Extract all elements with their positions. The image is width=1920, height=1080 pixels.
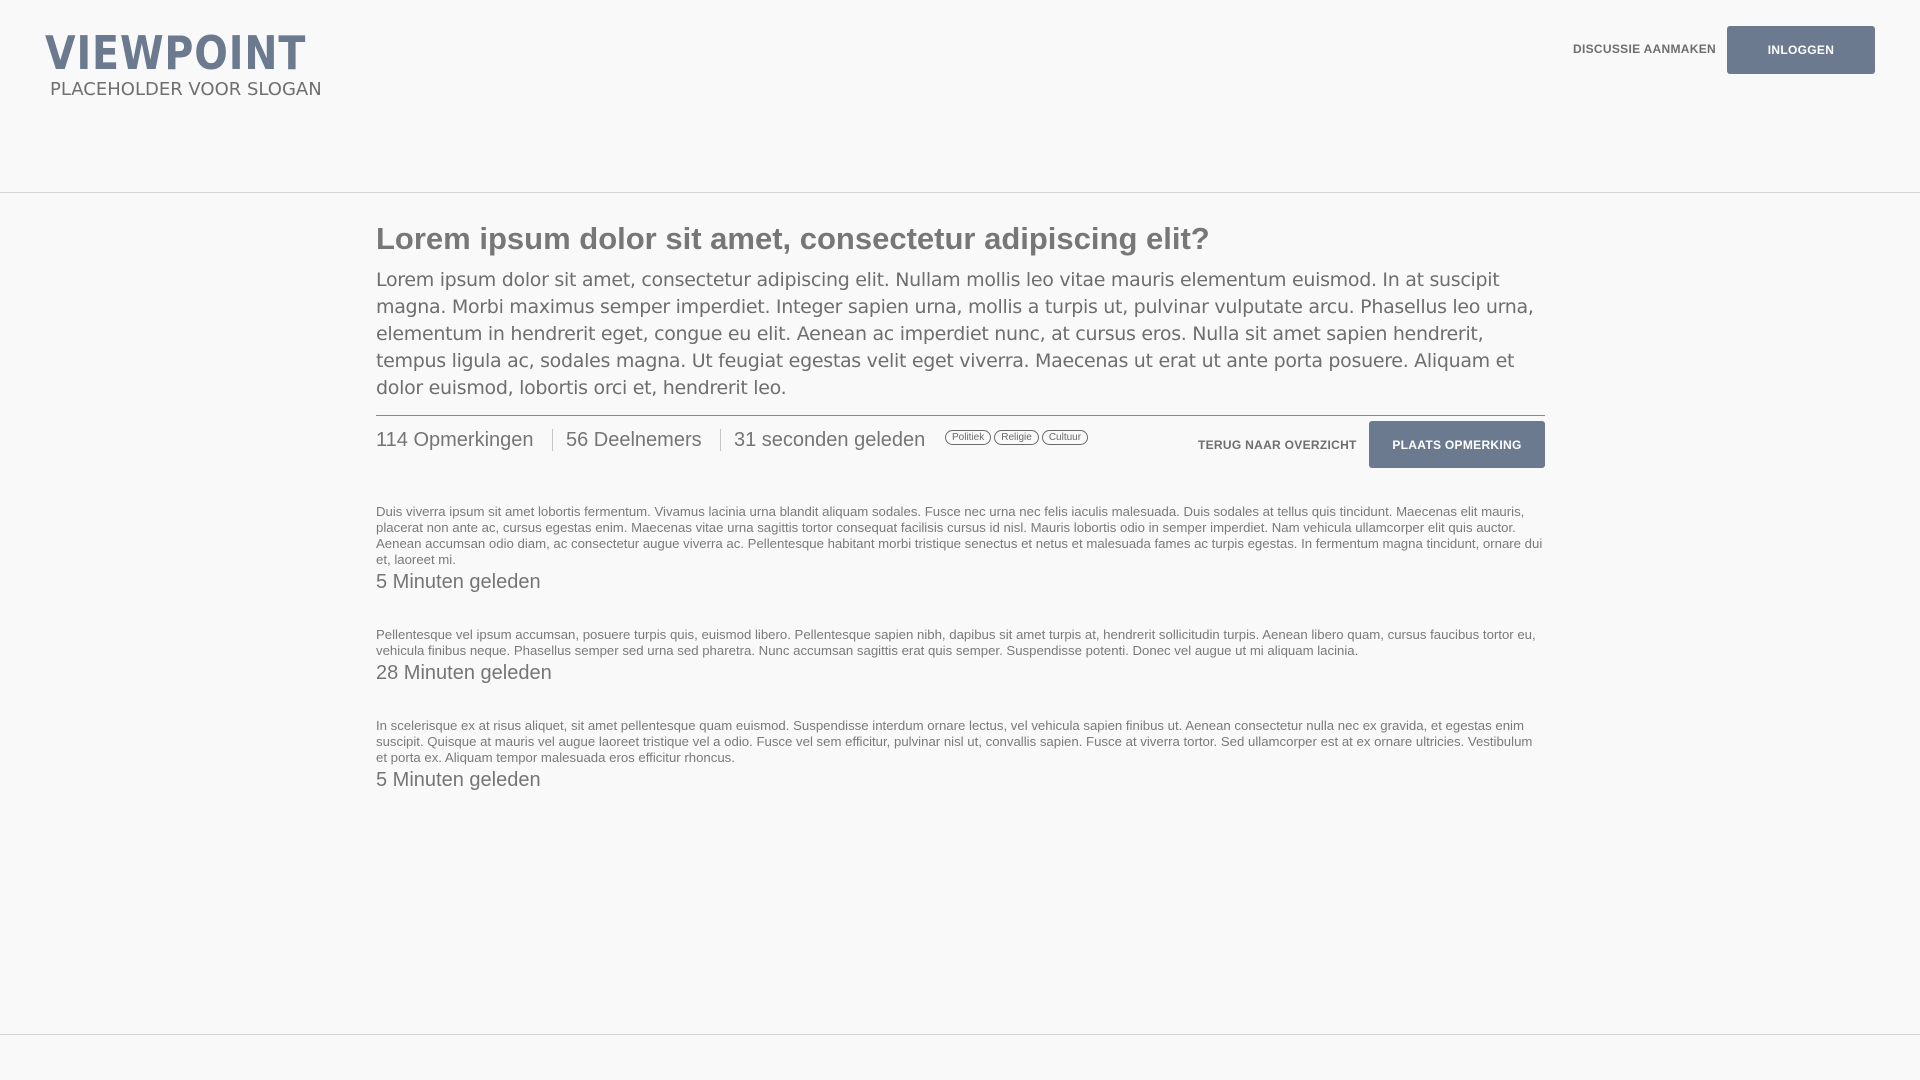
post-comment-button[interactable]: PLAATS OPMERKING: [1369, 421, 1545, 468]
meta-divider: [720, 429, 721, 451]
comment-text: Pellentesque vel ipsum accumsan, posuere…: [376, 627, 1536, 658]
tag-politiek[interactable]: Politiek: [945, 430, 992, 445]
participants-count: 56 Deelnemers: [566, 429, 702, 451]
comment-item: In scelerisque ex at risus aliquet, sit …: [376, 718, 1545, 792]
brand[interactable]: VIEWPOINT PLACEHOLDER VOOR SLOGAN: [45, 25, 349, 100]
comment-text: Duis viverra ipsum sit amet lobortis fer…: [376, 504, 1543, 567]
discussion-meta-bar: 114 Opmerkingen 56 Deelnemers 31 seconde…: [376, 415, 1545, 469]
tag-religie[interactable]: Religie: [994, 430, 1039, 445]
footer-divider: [0, 1034, 1920, 1035]
comment-time: 5 Minuten geleden: [376, 769, 541, 791]
back-to-overview-link[interactable]: TERUG NAAR OVERZICHT: [1198, 438, 1357, 452]
comment-item: Pellentesque vel ipsum accumsan, posuere…: [376, 627, 1545, 685]
tag-list: Politiek Religie Cultuur: [945, 430, 1089, 445]
comments-count: 114 Opmerkingen: [376, 429, 534, 451]
comment-list: Duis viverra ipsum sit amet lobortis fer…: [376, 504, 1545, 792]
login-button[interactable]: INLOGGEN: [1727, 26, 1875, 74]
tag-cultuur[interactable]: Cultuur: [1041, 430, 1089, 445]
comment-item: Duis viverra ipsum sit amet lobortis fer…: [376, 504, 1545, 594]
site-header: VIEWPOINT PLACEHOLDER VOOR SLOGAN DISCUS…: [0, 0, 1920, 193]
create-discussion-link[interactable]: DISCUSSIE AANMAKEN: [1573, 42, 1716, 56]
brand-title: VIEWPOINT: [45, 26, 307, 80]
brand-slogan: PLACEHOLDER VOOR SLOGAN: [50, 79, 322, 100]
comment-text: In scelerisque ex at risus aliquet, sit …: [376, 718, 1533, 765]
meta-divider: [552, 429, 553, 451]
discussion-main: Lorem ipsum dolor sit amet, consectetur …: [376, 193, 1545, 825]
posted-time: 31 seconden geleden: [734, 429, 926, 451]
comment-time: 28 Minuten geleden: [376, 662, 552, 684]
discussion-title: Lorem ipsum dolor sit amet, consectetur …: [376, 221, 1210, 256]
discussion-body: Lorem ipsum dolor sit amet, consectetur …: [376, 269, 1534, 399]
comment-time: 5 Minuten geleden: [376, 571, 541, 593]
